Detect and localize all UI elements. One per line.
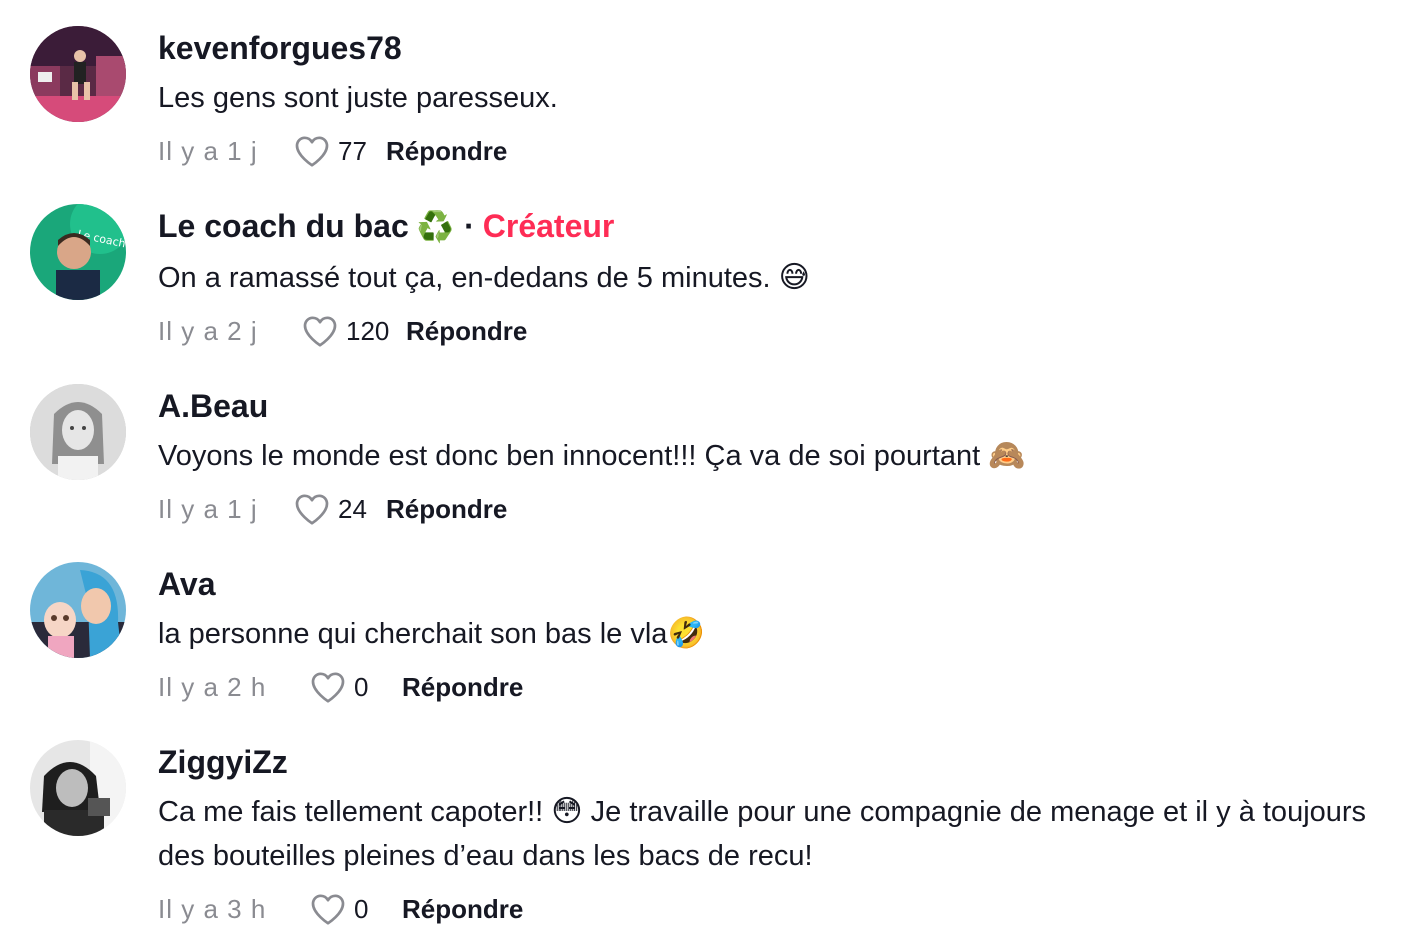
username[interactable]: A.Beau bbox=[158, 386, 268, 426]
avatar-image bbox=[30, 562, 126, 658]
heart-icon bbox=[295, 136, 329, 167]
reply-button[interactable]: Répondre bbox=[402, 672, 523, 703]
flushed-face-emoji-icon: 😳 bbox=[551, 794, 583, 829]
recycle-icon: ♻️ bbox=[416, 210, 455, 245]
avatar[interactable] bbox=[30, 740, 126, 836]
avatar-image bbox=[30, 26, 126, 122]
avatar[interactable]: Le coach du bac bbox=[30, 204, 126, 300]
avatar[interactable] bbox=[30, 26, 126, 122]
comment-text: Voyons le monde est donc ben innocent!!!… bbox=[158, 434, 1373, 478]
heart-icon bbox=[303, 316, 337, 347]
reply-button[interactable]: Répondre bbox=[386, 494, 507, 525]
heart-icon bbox=[311, 672, 345, 703]
comment-time: Il y a 2 h bbox=[158, 671, 267, 702]
rolling-laughing-emoji-icon: 🤣 bbox=[667, 616, 705, 651]
reply-button[interactable]: Répondre bbox=[402, 894, 523, 925]
avatar-image bbox=[30, 740, 126, 836]
username[interactable]: Le coach du bac ♻️ · Créateur bbox=[158, 206, 614, 248]
comment-text: On a ramassé tout ça, en-dedans de 5 min… bbox=[158, 256, 1373, 300]
comment-meta: Il y a 2 h 0 Répondre bbox=[158, 667, 523, 707]
avatar-image: Le coach du bac bbox=[30, 204, 126, 300]
like-button[interactable]: 24 bbox=[294, 492, 398, 526]
creator-badge: Créateur bbox=[482, 208, 615, 244]
comment-time: Il y a 1 j bbox=[158, 135, 258, 166]
comment-time: Il y a 1 j bbox=[158, 493, 258, 524]
avatar[interactable] bbox=[30, 562, 126, 658]
username[interactable]: kevenforgues78 bbox=[158, 28, 402, 68]
reply-button[interactable]: Répondre bbox=[386, 136, 507, 167]
comment-text-body: On a ramassé tout ça, en-dedans de 5 min… bbox=[158, 262, 771, 294]
like-button[interactable]: 0 bbox=[310, 892, 414, 926]
like-count: 120 bbox=[346, 315, 390, 346]
comment-time: Il y a 3 h bbox=[158, 893, 267, 924]
comment-time: Il y a 2 j bbox=[158, 315, 258, 346]
separator-dot: · bbox=[464, 208, 475, 244]
username-text: Le coach du bac bbox=[158, 208, 409, 244]
heart-icon bbox=[311, 894, 345, 925]
like-button[interactable]: 120 bbox=[302, 314, 406, 348]
avatar-image bbox=[30, 384, 126, 480]
comment-text-body: Voyons le monde est donc ben innocent!!!… bbox=[158, 440, 981, 472]
like-button[interactable]: 77 bbox=[294, 134, 398, 168]
username[interactable]: Ava bbox=[158, 564, 216, 604]
see-no-evil-monkey-emoji-icon: 🙈 bbox=[988, 438, 1026, 473]
like-button[interactable]: 0 bbox=[310, 670, 414, 704]
username[interactable]: ZiggyiZz bbox=[158, 742, 288, 782]
comment-meta: Il y a 2 j 120 Répondre bbox=[158, 311, 527, 351]
avatar[interactable] bbox=[30, 384, 126, 480]
comment-text-body: la personne qui cherchait son bas le vla bbox=[158, 618, 668, 650]
comment-text: la personne qui cherchait son bas le vla… bbox=[158, 612, 1373, 656]
comment-meta: Il y a 1 j 24 Répondre bbox=[158, 489, 507, 529]
heart-icon bbox=[295, 494, 329, 525]
comment-text-body: Ca me fais tellement capoter!! bbox=[158, 796, 544, 828]
sweat-smile-emoji-icon: 😅 bbox=[778, 260, 810, 295]
comment-text: Ca me fais tellement capoter!! 😳 Je trav… bbox=[158, 790, 1373, 878]
comment-text: Les gens sont juste paresseux. bbox=[158, 82, 558, 114]
reply-button[interactable]: Répondre bbox=[406, 316, 527, 347]
comment-meta: Il y a 1 j 77 Répondre bbox=[158, 131, 507, 171]
comment-meta: Il y a 3 h 0 Répondre bbox=[158, 889, 523, 929]
